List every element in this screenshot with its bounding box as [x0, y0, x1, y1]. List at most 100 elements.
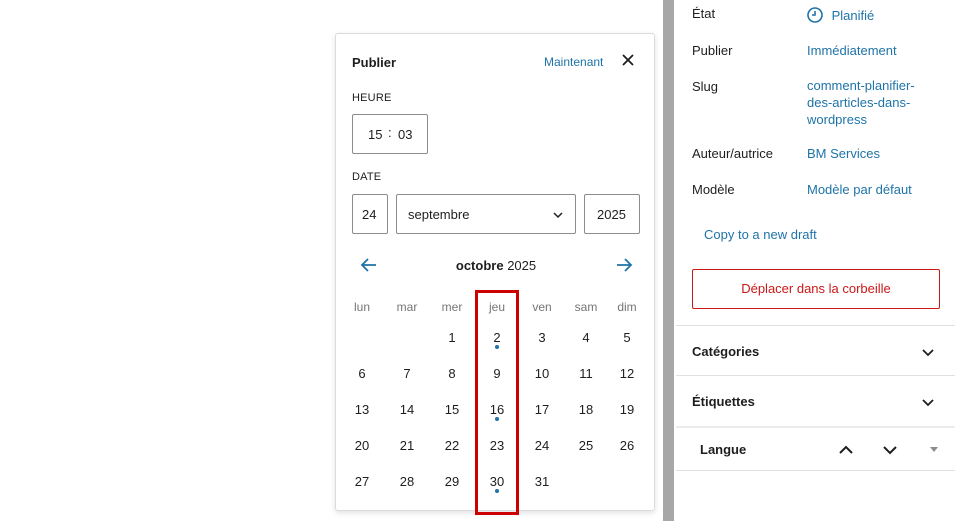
divider	[676, 375, 955, 376]
copy-to-draft-link[interactable]: Copy to a new draft	[704, 227, 817, 242]
language-panel-toggle[interactable]	[926, 441, 942, 457]
calendar-day[interactable]: 28	[390, 467, 424, 497]
status-text: Planifié	[831, 8, 875, 23]
next-month-button[interactable]	[612, 253, 636, 277]
publish-value[interactable]: Immédiatement	[807, 43, 897, 58]
weekday-header-ven: ven	[532, 300, 552, 314]
close-button[interactable]	[618, 50, 638, 70]
time-input[interactable]: 15 : 03	[352, 114, 428, 154]
calendar-day[interactable]: 1	[435, 323, 469, 353]
calendar-day[interactable]: 15	[435, 395, 469, 425]
categories-expand-button[interactable]	[916, 340, 940, 364]
tags-panel-toggle[interactable]: Étiquettes	[692, 394, 755, 409]
calendar-day-number: 11	[579, 366, 593, 381]
tags-expand-button[interactable]	[916, 390, 940, 414]
categories-panel-toggle[interactable]: Catégories	[692, 344, 759, 359]
calendar-day[interactable]: 3	[525, 323, 559, 353]
status-label: État	[692, 6, 716, 21]
calendar-day-number: 20	[354, 438, 370, 453]
calendar-day-number: 6	[358, 366, 366, 381]
calendar-day[interactable]: 10	[525, 359, 559, 389]
calendar-day[interactable]: 22	[435, 431, 469, 461]
calendar-day[interactable]: 4	[569, 323, 603, 353]
chevron-down-icon	[553, 212, 563, 219]
minute-field[interactable]: 03	[398, 127, 412, 142]
calendar-day-number: 26	[619, 438, 635, 453]
calendar-day[interactable]: 11	[569, 359, 603, 389]
day-value: 24	[362, 207, 377, 222]
move-panel-up-button[interactable]	[834, 438, 858, 462]
calendar-day-number: 8	[448, 366, 456, 381]
day-input[interactable]: 24	[352, 194, 388, 234]
calendar-day[interactable]: 7	[390, 359, 424, 389]
chevron-down-icon	[922, 349, 934, 357]
calendar-day[interactable]: 25	[569, 431, 603, 461]
calendar-day-number: 27	[354, 474, 370, 489]
calendar-day[interactable]: 29	[435, 467, 469, 497]
calendar-day-number: 7	[403, 366, 411, 381]
year-input[interactable]: 2025	[584, 194, 640, 234]
calendar-day[interactable]: 5	[610, 323, 644, 353]
month-value: septembre	[408, 207, 470, 222]
hour-field[interactable]: 15	[368, 127, 382, 142]
calendar-day[interactable]: 24	[525, 431, 559, 461]
chevron-down-icon	[922, 399, 934, 407]
calendar-day-number: 21	[399, 438, 415, 453]
calendar-day[interactable]: 6	[345, 359, 379, 389]
calendar-day-number: 22	[444, 438, 460, 453]
popover-title: Publier	[352, 55, 397, 70]
calendar-day-number: 28	[399, 474, 415, 489]
calendar-day[interactable]: 14	[390, 395, 424, 425]
month-select[interactable]: septembre	[396, 194, 576, 234]
calendar-day-number: 25	[578, 438, 594, 453]
divider	[676, 325, 955, 326]
calendar-day-number: 5	[623, 330, 631, 345]
slug-label: Slug	[692, 79, 719, 94]
calendar-day[interactable]: 26	[610, 431, 644, 461]
calendar-day-number: 15	[444, 402, 460, 417]
calendar-day[interactable]: 17	[525, 395, 559, 425]
calendar-day[interactable]: 27	[345, 467, 379, 497]
move-to-trash-button[interactable]: Déplacer dans la corbeille	[692, 269, 940, 309]
calendar-day-number: 4	[582, 330, 590, 345]
weekday-header-lun: lun	[353, 300, 370, 314]
calendar-day[interactable]: 19	[610, 395, 644, 425]
calendar-day[interactable]: 20	[345, 431, 379, 461]
slug-value[interactable]: comment-planifier-des-articles-dans-word…	[807, 77, 937, 128]
calendar-day-number: 29	[444, 474, 460, 489]
language-panel-title: Langue	[700, 442, 747, 457]
calendar-month-heading: octobre 2025	[336, 258, 656, 273]
status-value[interactable]: Planifié	[806, 6, 874, 24]
chevron-up-icon	[839, 445, 853, 454]
calendar-day-number: 24	[534, 438, 550, 453]
close-icon	[622, 54, 634, 66]
calendar-day[interactable]: 31	[525, 467, 559, 497]
calendar-day-number: 1	[448, 330, 456, 345]
weekday-header-dim: dim	[617, 300, 637, 314]
template-value[interactable]: Modèle par défaut	[807, 182, 912, 197]
calendar-day[interactable]: 12	[610, 359, 644, 389]
weekday-header-mar: mar	[396, 300, 418, 314]
chevron-down-icon	[883, 446, 897, 455]
calendar-day[interactable]: 13	[345, 395, 379, 425]
now-link[interactable]: Maintenant	[544, 55, 603, 69]
calendar-day[interactable]: 18	[569, 395, 603, 425]
weekday-header-sam: sam	[574, 300, 598, 314]
calendar-month-name: octobre	[455, 258, 504, 273]
divider	[676, 426, 955, 428]
calendar-day[interactable]: 8	[435, 359, 469, 389]
weekday-header-mer: mer	[441, 300, 463, 314]
arrow-right-icon	[617, 258, 633, 272]
author-label: Auteur/autrice	[692, 146, 773, 161]
calendar-day-number: 19	[619, 402, 635, 417]
calendar-day-number: 13	[354, 402, 370, 417]
author-value[interactable]: BM Services	[807, 146, 880, 161]
column-highlight-annotation	[475, 290, 519, 515]
calendar-day[interactable]: 21	[390, 431, 424, 461]
calendar-day-number: 3	[538, 330, 546, 345]
divider	[676, 470, 955, 471]
move-panel-down-button[interactable]	[878, 438, 902, 462]
calendar-year: 2025	[507, 258, 537, 273]
calendar-day-number: 17	[534, 402, 550, 417]
sidebar-resize-handle[interactable]	[663, 0, 674, 521]
